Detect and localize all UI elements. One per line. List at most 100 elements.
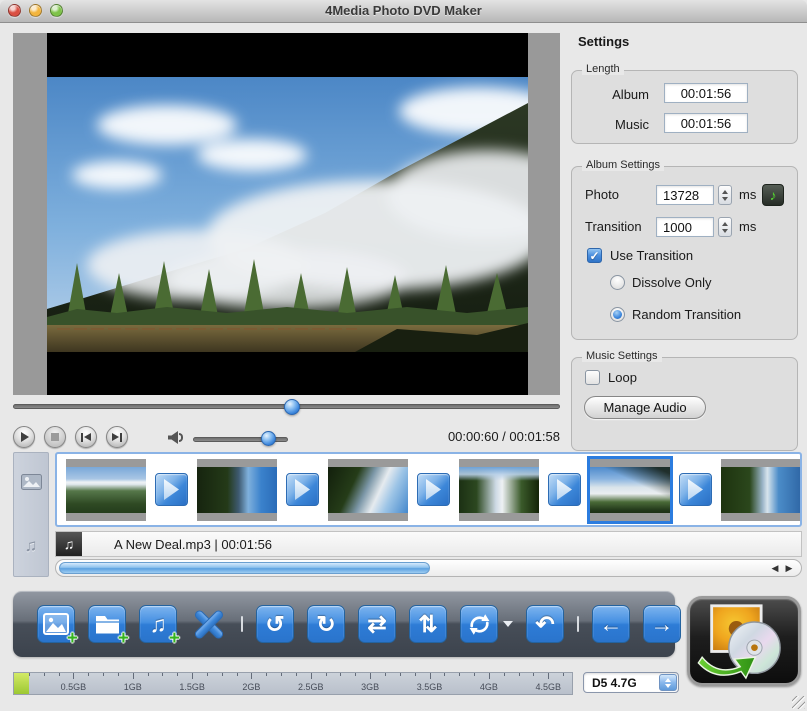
capacity-tick	[474, 673, 475, 676]
add-photo-button[interactable]: +	[37, 605, 75, 643]
dissolve-only-radio[interactable]	[610, 275, 625, 290]
previous-button[interactable]	[75, 426, 97, 448]
transition-arrow-5[interactable]	[679, 473, 712, 506]
volume-slider-thumb[interactable]	[261, 431, 276, 446]
scrollbar-thumb[interactable]	[59, 562, 430, 574]
move-left-icon: ←	[600, 613, 623, 636]
transition-dropdown-caret-icon[interactable]	[503, 621, 513, 627]
start-burn-button[interactable]	[687, 596, 801, 686]
timeline-photo-4[interactable]	[459, 459, 539, 521]
rotate-left-button[interactable]: ↺	[256, 605, 294, 643]
use-transition-checkbox[interactable]: ✓	[587, 248, 602, 263]
transition-arrow-2[interactable]	[286, 473, 319, 506]
transition-arrow-4[interactable]	[548, 473, 581, 506]
album-length-field[interactable]: 00:01:56	[664, 83, 748, 103]
capacity-tick	[311, 673, 312, 679]
music-note-icon: ♫	[149, 613, 166, 636]
swap-vertical-button[interactable]: ⇅	[409, 605, 447, 643]
settings-title: Settings	[578, 34, 629, 49]
photo-track-icon[interactable]	[21, 474, 42, 495]
transition-arrow-3[interactable]	[417, 473, 450, 506]
random-transition-radio[interactable]	[610, 307, 625, 322]
loop-label: Loop	[608, 370, 637, 385]
scroll-right-button[interactable]: ▶	[783, 562, 795, 575]
capacity-tick	[563, 673, 564, 676]
sync-to-music-button[interactable]: ♪	[762, 184, 784, 206]
transition-duration-stepper[interactable]	[718, 217, 732, 237]
capacity-tick-label: 4GB	[480, 682, 498, 692]
photo-duration-field[interactable]: 13728	[656, 185, 714, 205]
capacity-tick	[29, 673, 30, 676]
rotate-left-icon: ↺	[265, 613, 284, 636]
title-bar: 4Media Photo DVD Maker	[0, 0, 807, 23]
photo-duration-stepper[interactable]	[718, 185, 732, 205]
preview-photo	[47, 77, 528, 352]
capacity-tick	[548, 673, 549, 679]
photo-icon	[43, 613, 69, 635]
transition-duration-field[interactable]: 1000	[656, 217, 714, 237]
capacity-tick-label: 4.5GB	[535, 682, 561, 692]
rotate-right-button[interactable]: ↻	[307, 605, 345, 643]
add-music-button[interactable]: ♫+	[139, 605, 177, 643]
capacity-tick	[326, 673, 327, 676]
transition-duration-unit: ms	[739, 219, 756, 234]
music-length-field[interactable]: 00:01:56	[664, 113, 748, 133]
loop-checkbox[interactable]: ✓	[585, 370, 600, 385]
folder-icon	[94, 613, 121, 635]
stop-button[interactable]	[44, 426, 66, 448]
timeline-scrollbar[interactable]: ◀ ▶	[55, 559, 802, 577]
swap-horizontal-icon: ⇄	[367, 613, 386, 636]
capacity-tick	[266, 673, 267, 676]
transition-right-arrow-icon	[426, 479, 441, 500]
capacity-used-fill	[14, 673, 29, 694]
time-display: 00:00:60 / 00:01:58	[448, 429, 560, 444]
seek-slider-thumb[interactable]	[284, 399, 300, 415]
toolbar-separator	[577, 616, 579, 632]
capacity-tick	[148, 673, 149, 676]
use-transition-label: Use Transition	[610, 248, 693, 263]
swap-horizontal-button[interactable]: ⇄	[358, 605, 396, 643]
transition-right-arrow-icon	[557, 479, 572, 500]
length-group: Length Album 00:01:56 Music 00:01:56	[571, 70, 798, 144]
capacity-tick	[133, 673, 134, 679]
transition-arrow-1[interactable]	[155, 473, 188, 506]
window-title: 4Media Photo DVD Maker	[0, 3, 807, 18]
manage-audio-button[interactable]: Manage Audio	[584, 396, 706, 419]
capacity-tick-label: 0.5GB	[61, 682, 87, 692]
timeline-photo-1[interactable]	[66, 459, 146, 521]
add-folder-button[interactable]: +	[88, 605, 126, 643]
sync-arrows-icon	[467, 612, 492, 637]
music-settings-label: Music Settings	[582, 350, 662, 362]
timeline-photo-5[interactable]	[590, 459, 670, 521]
music-track-icon[interactable]: ♫	[25, 536, 38, 556]
transition-effect-button[interactable]	[460, 605, 498, 643]
music-track-label: A New Deal.mp3 | 00:01:56	[114, 537, 272, 552]
music-settings-group: Music Settings ✓ Loop Manage Audio	[571, 357, 798, 451]
capacity-tick	[370, 673, 371, 679]
move-right-button[interactable]: →	[643, 605, 681, 643]
timeline-photo-2[interactable]	[197, 459, 277, 521]
next-button[interactable]	[106, 426, 128, 448]
capacity-tick	[444, 673, 445, 676]
transition-right-arrow-icon	[688, 479, 703, 500]
capacity-tick-label: 2.5GB	[298, 682, 324, 692]
resize-grip[interactable]	[792, 696, 805, 709]
scroll-left-button[interactable]: ◀	[769, 562, 781, 575]
delete-button[interactable]	[190, 605, 228, 643]
capacity-tick	[519, 673, 520, 676]
disc-type-select[interactable]: D5 4.7G	[583, 672, 679, 693]
capacity-tick	[400, 673, 401, 676]
capacity-tick	[489, 673, 490, 679]
timeline-strip	[55, 452, 802, 527]
music-track-row[interactable]: ♫ A New Deal.mp3 | 00:01:56	[55, 531, 802, 557]
disc-type-stepper[interactable]	[659, 674, 677, 691]
album-settings-group: Album Settings Photo 13728 ms ♪ Transiti…	[571, 166, 798, 340]
undo-button[interactable]: ↶	[526, 605, 564, 643]
main-toolbar: ++♫+↺↻⇄⇅↶←→	[13, 591, 675, 657]
move-left-button[interactable]: ←	[592, 605, 630, 643]
capacity-tick	[430, 673, 431, 679]
timeline-photo-3[interactable]	[328, 459, 408, 521]
capacity-tick	[281, 673, 282, 676]
play-button[interactable]	[13, 426, 35, 448]
timeline-photo-6[interactable]	[721, 459, 801, 521]
